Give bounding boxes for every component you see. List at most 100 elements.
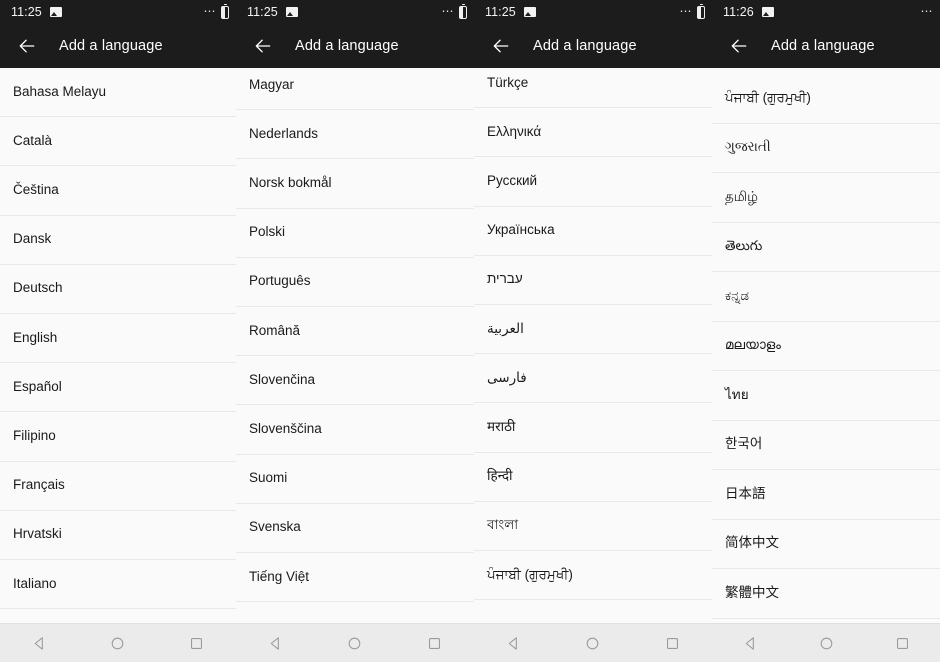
list-item[interactable]: Magyar — [236, 68, 474, 111]
phone-panel-4: 11:26 ⋯ Add a language ਪੰਜਾਬੀ (ਗੁਰਮੁਖੀ) … — [712, 0, 940, 662]
language-name: 한국어 — [725, 436, 763, 452]
list-item[interactable]: العربية — [474, 304, 712, 355]
nav-home-button[interactable] — [333, 624, 377, 662]
list-item[interactable]: Русский — [474, 157, 712, 207]
language-name: മലയാളം — [725, 337, 781, 353]
language-name: Русский — [487, 173, 538, 189]
list-item[interactable]: Polski — [236, 208, 474, 258]
nav-recents-button[interactable] — [412, 624, 456, 662]
status-bar: 11:25 ⋯ — [0, 0, 236, 24]
list-item[interactable]: Čeština — [0, 166, 236, 216]
list-item[interactable]: Português — [236, 257, 474, 307]
nav-home-button[interactable] — [571, 624, 615, 662]
language-name: 繁體中文 — [725, 584, 779, 600]
stitched-screenshot-collage: 11:25 ⋯ Add a language Bahasa Melayu Cat… — [0, 0, 940, 662]
language-name: Français — [13, 477, 65, 493]
nav-recents-button[interactable] — [880, 624, 924, 662]
list-item[interactable]: Türkçe — [474, 68, 712, 109]
list-item[interactable]: Català — [0, 117, 236, 167]
language-list-2[interactable]: Magyar Nederlands Norsk bokmål Polski Po… — [236, 68, 474, 623]
language-name: Nederlands — [249, 125, 319, 141]
list-item[interactable]: मराठी — [474, 403, 712, 453]
status-bar-left: 11:25 — [247, 6, 298, 19]
list-item[interactable]: ಕನ್ನಡ — [712, 272, 940, 322]
list-item[interactable]: English — [0, 313, 236, 364]
list-item[interactable]: Slovenčina — [236, 356, 474, 406]
back-button[interactable] — [486, 31, 516, 61]
language-name: Українська — [487, 222, 555, 238]
language-list-1[interactable]: Bahasa Melayu Català Čeština Dansk Deuts… — [0, 68, 236, 623]
nav-home-button[interactable] — [96, 624, 140, 662]
list-item[interactable]: 日本語 — [712, 470, 940, 520]
list-item[interactable]: Română — [236, 306, 474, 357]
back-button[interactable] — [12, 31, 42, 61]
nav-recents-button[interactable] — [650, 624, 694, 662]
list-item[interactable]: Bahasa Melayu — [0, 68, 236, 118]
list-item[interactable]: Deutsch — [0, 264, 236, 314]
list-item[interactable]: हिन्दी — [474, 452, 712, 502]
list-item[interactable]: Svenska — [236, 503, 474, 553]
list-item[interactable]: 繁體中文 — [712, 569, 940, 619]
battery-icon — [697, 3, 705, 19]
back-button[interactable] — [248, 31, 278, 61]
language-name: Svenska — [249, 519, 301, 535]
list-item[interactable]: Dansk — [0, 215, 236, 265]
list-item[interactable]: Español — [0, 363, 236, 413]
list-item[interactable]: ਪੰਜਾਬੀ (ਗੁਰਮੁਖੀ) — [474, 550, 712, 601]
language-name: मराठी — [487, 418, 516, 434]
language-name: Deutsch — [13, 280, 63, 296]
app-bar: Add a language — [474, 24, 712, 68]
language-list-4[interactable]: ਪੰਜਾਬੀ (ਗੁਰਮੁਖੀ) ગુજરાતી தமிழ் తెలుగు ಕನ… — [712, 68, 940, 623]
nav-back-button[interactable] — [728, 624, 772, 662]
list-item[interactable]: Suomi — [236, 454, 474, 504]
list-item[interactable]: Filipino — [0, 412, 236, 462]
list-item[interactable]: Slovenščina — [236, 405, 474, 455]
language-name: Português — [249, 273, 311, 289]
nav-back-button[interactable] — [17, 624, 61, 662]
list-item[interactable]: தமிழ் — [712, 173, 940, 223]
app-bar: Add a language — [236, 24, 474, 68]
language-list-inner: ਪੰਜਾਬੀ (ਗੁਰਮੁਖੀ) ગુજરાતી தமிழ் తెలుగు ಕನ… — [712, 74, 940, 619]
list-item[interactable]: Italiano — [0, 559, 236, 610]
battery-icon — [221, 3, 229, 19]
list-item[interactable]: فارسی — [474, 354, 712, 404]
photo-icon — [285, 7, 298, 17]
list-item[interactable]: മലയാളം — [712, 321, 940, 371]
list-item[interactable]: বাংলা — [474, 501, 712, 551]
language-name: Slovenčina — [249, 371, 316, 387]
phone-panel-2: 11:25 ⋯ Add a language Magyar Nederlands… — [236, 0, 474, 662]
language-list-3[interactable]: Türkçe Ελληνικά Русский Українська עברית… — [474, 68, 712, 623]
list-item[interactable]: ไทย — [712, 371, 940, 421]
back-button[interactable] — [724, 31, 754, 61]
list-item[interactable]: Ελληνικά — [474, 108, 712, 158]
list-item[interactable]: ਪੰਜਾਬੀ (ਗੁਰਮੁਖੀ) — [712, 74, 940, 124]
list-item[interactable]: 한국어 — [712, 420, 940, 470]
language-name: English — [13, 329, 58, 345]
language-list-inner: Bahasa Melayu Català Čeština Dansk Deuts… — [0, 68, 236, 610]
nav-back-button[interactable] — [254, 624, 298, 662]
system-navigation-bar — [0, 623, 236, 662]
list-item[interactable]: Hrvatski — [0, 510, 236, 560]
list-item[interactable]: עברית — [474, 255, 712, 305]
list-item[interactable]: Norsk bokmål — [236, 159, 474, 209]
list-item[interactable]: Українська — [474, 206, 712, 256]
nav-home-button[interactable] — [804, 624, 848, 662]
language-name: Dansk — [13, 231, 52, 247]
language-name: Română — [249, 322, 301, 338]
language-name: فارسی — [487, 369, 527, 385]
list-item[interactable]: 简体中文 — [712, 519, 940, 569]
list-item[interactable]: Tiếng Việt — [236, 552, 474, 603]
photo-icon — [761, 7, 774, 17]
nav-back-button[interactable] — [492, 624, 536, 662]
status-bar-left: 11:26 — [723, 6, 774, 19]
nav-recents-button[interactable] — [175, 624, 219, 662]
status-time: 11:25 — [485, 4, 516, 19]
list-item[interactable]: Nederlands — [236, 110, 474, 160]
list-item[interactable]: ગુજરાતી — [712, 123, 940, 173]
list-item[interactable]: తెలుగు — [712, 222, 940, 272]
list-item[interactable]: Français — [0, 461, 236, 511]
status-bar-right: ⋯ — [680, 3, 705, 20]
status-bar-left: 11:25 — [11, 6, 62, 19]
language-name: Türkçe — [487, 74, 529, 90]
language-name: Norsk bokmål — [249, 175, 332, 191]
